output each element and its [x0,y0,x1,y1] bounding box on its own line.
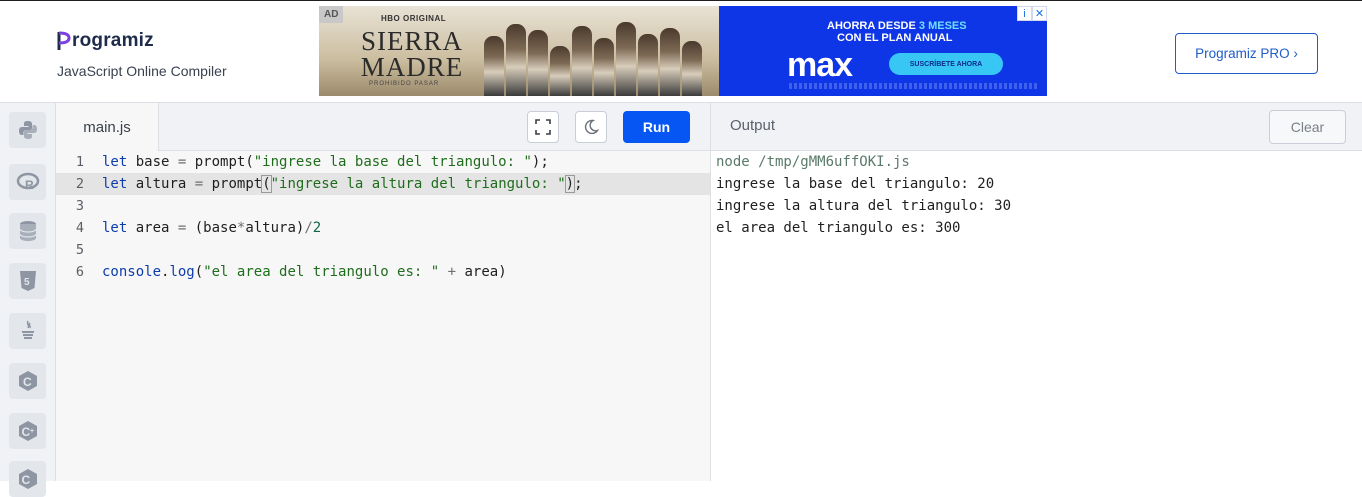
programiz-logo-icon [57,31,71,50]
svg-text:5: 5 [24,277,30,288]
ad-cta-button[interactable]: SUSCRÍBETE AHORA [889,53,1003,75]
ad-service-logo: max [787,46,853,84]
ad-banner[interactable]: HBO ORIGINAL SIERRA MADRE PROHIBIDO PASA… [319,6,1047,96]
ad-show-title-line2: MADRE [360,52,464,82]
moon-icon [584,119,600,135]
ad-brand: HBO ORIGINAL [381,14,447,23]
theme-toggle-button[interactable] [575,111,607,143]
output-line: ingrese la altura del triangulo: 30 [716,198,1012,214]
output-panel: Output Clear node /tmp/gMM6uffOKI.js ing… [710,103,1362,481]
code-line: 3 [56,195,710,217]
code-line: 6 console.log("el area del triangulo es:… [56,261,710,283]
svg-text:+: + [30,428,34,435]
programiz-pro-button[interactable]: Programiz PRO › [1175,33,1318,74]
code-line: 4 let area = (base*altura)/2 [56,217,710,239]
output-console[interactable]: node /tmp/gMM6uffOKI.js ingrese la base … [716,151,1011,239]
fullscreen-button[interactable] [527,111,559,143]
ad-offer-prefix: AHORRA DESDE [827,20,919,32]
ad-badge: AD [319,6,344,23]
output-line: el area del triangulo es: 300 [716,220,961,236]
ad-offer-panel: AHORRA DESDE 3 MESES CON EL PLAN ANUAL m… [719,6,1047,96]
sql-icon[interactable] [9,213,46,249]
code-text: let base = prompt("ingrese la base del t… [102,154,549,170]
run-button[interactable]: Run [623,111,690,143]
code-line-active: 2 let altura = prompt("ingrese la altura… [56,173,710,195]
ad-cast-image [484,12,719,96]
code-line: 5 [56,239,710,261]
ad-offer-highlight: 3 MESES [918,20,967,32]
code-line: 1 let base = prompt("ingrese la base del… [56,151,710,173]
ad-image: HBO ORIGINAL SIERRA MADRE PROHIBIDO PASA… [319,6,719,96]
programiz-logo[interactable]: rogramiz [57,27,154,55]
output-title: Output [730,117,776,134]
fullscreen-icon [535,119,551,135]
output-command-line: node /tmp/gMM6uffOKI.js [716,154,910,170]
python-icon[interactable] [9,112,46,148]
top-header: rogramiz JavaScript Online Compiler HBO … [0,0,1362,103]
code-area[interactable]: 1 let base = prompt("ingrese la base del… [56,151,710,481]
code-text: console.log("el area del triangulo es: "… [102,264,507,280]
line-number: 3 [75,198,84,214]
file-tab-main-js[interactable]: main.js [56,103,159,151]
r-icon[interactable]: R [9,164,46,200]
svg-text:C: C [23,375,32,389]
svg-text:R: R [25,178,34,192]
c-icon[interactable]: C [9,363,46,399]
editor-toolbar: main.js Run [56,103,710,151]
line-number: 4 [75,220,84,236]
clear-button[interactable]: Clear [1269,110,1346,144]
page-subtitle: JavaScript Online Compiler [57,63,227,79]
line-number: 1 [75,154,84,170]
line-number: 2 [75,176,84,192]
code-text: let area = (base*altura)/2 [102,220,322,236]
ad-close-icon[interactable]: ✕ [1032,6,1047,21]
logo-text: rogramiz [72,30,154,51]
ad-offer-line1: AHORRA DESDE 3 MESES [827,20,967,32]
line-number: 5 [75,242,84,258]
code-editor-panel: main.js Run 1 let base = prompt("ingrese… [56,103,710,481]
language-sidebar: R 5 C C + C [0,103,56,497]
svg-text:C: C [21,473,30,487]
cpp-icon[interactable]: C + [9,413,46,449]
ad-controls: i ✕ [1017,6,1047,21]
code-text: let altura = prompt("ingrese la altura d… [102,175,583,193]
ad-offer-line2: CON EL PLAN ANUAL [837,32,953,44]
ad-tagline: PROHIBIDO PASAR [369,81,440,87]
output-line: ingrese la base del triangulo: 20 [716,176,995,192]
ad-info-icon[interactable]: i [1017,6,1032,21]
line-number: 6 [75,264,84,280]
ad-show-title-line1: SIERRA [360,26,464,56]
html5-icon[interactable]: 5 [9,263,46,299]
ad-fine-print [789,83,1039,89]
ad-show-title: SIERRA MADRE [357,26,467,82]
java-icon[interactable] [9,313,46,349]
csharp-icon[interactable]: C [9,461,46,497]
output-toolbar: Output Clear [711,103,1362,151]
